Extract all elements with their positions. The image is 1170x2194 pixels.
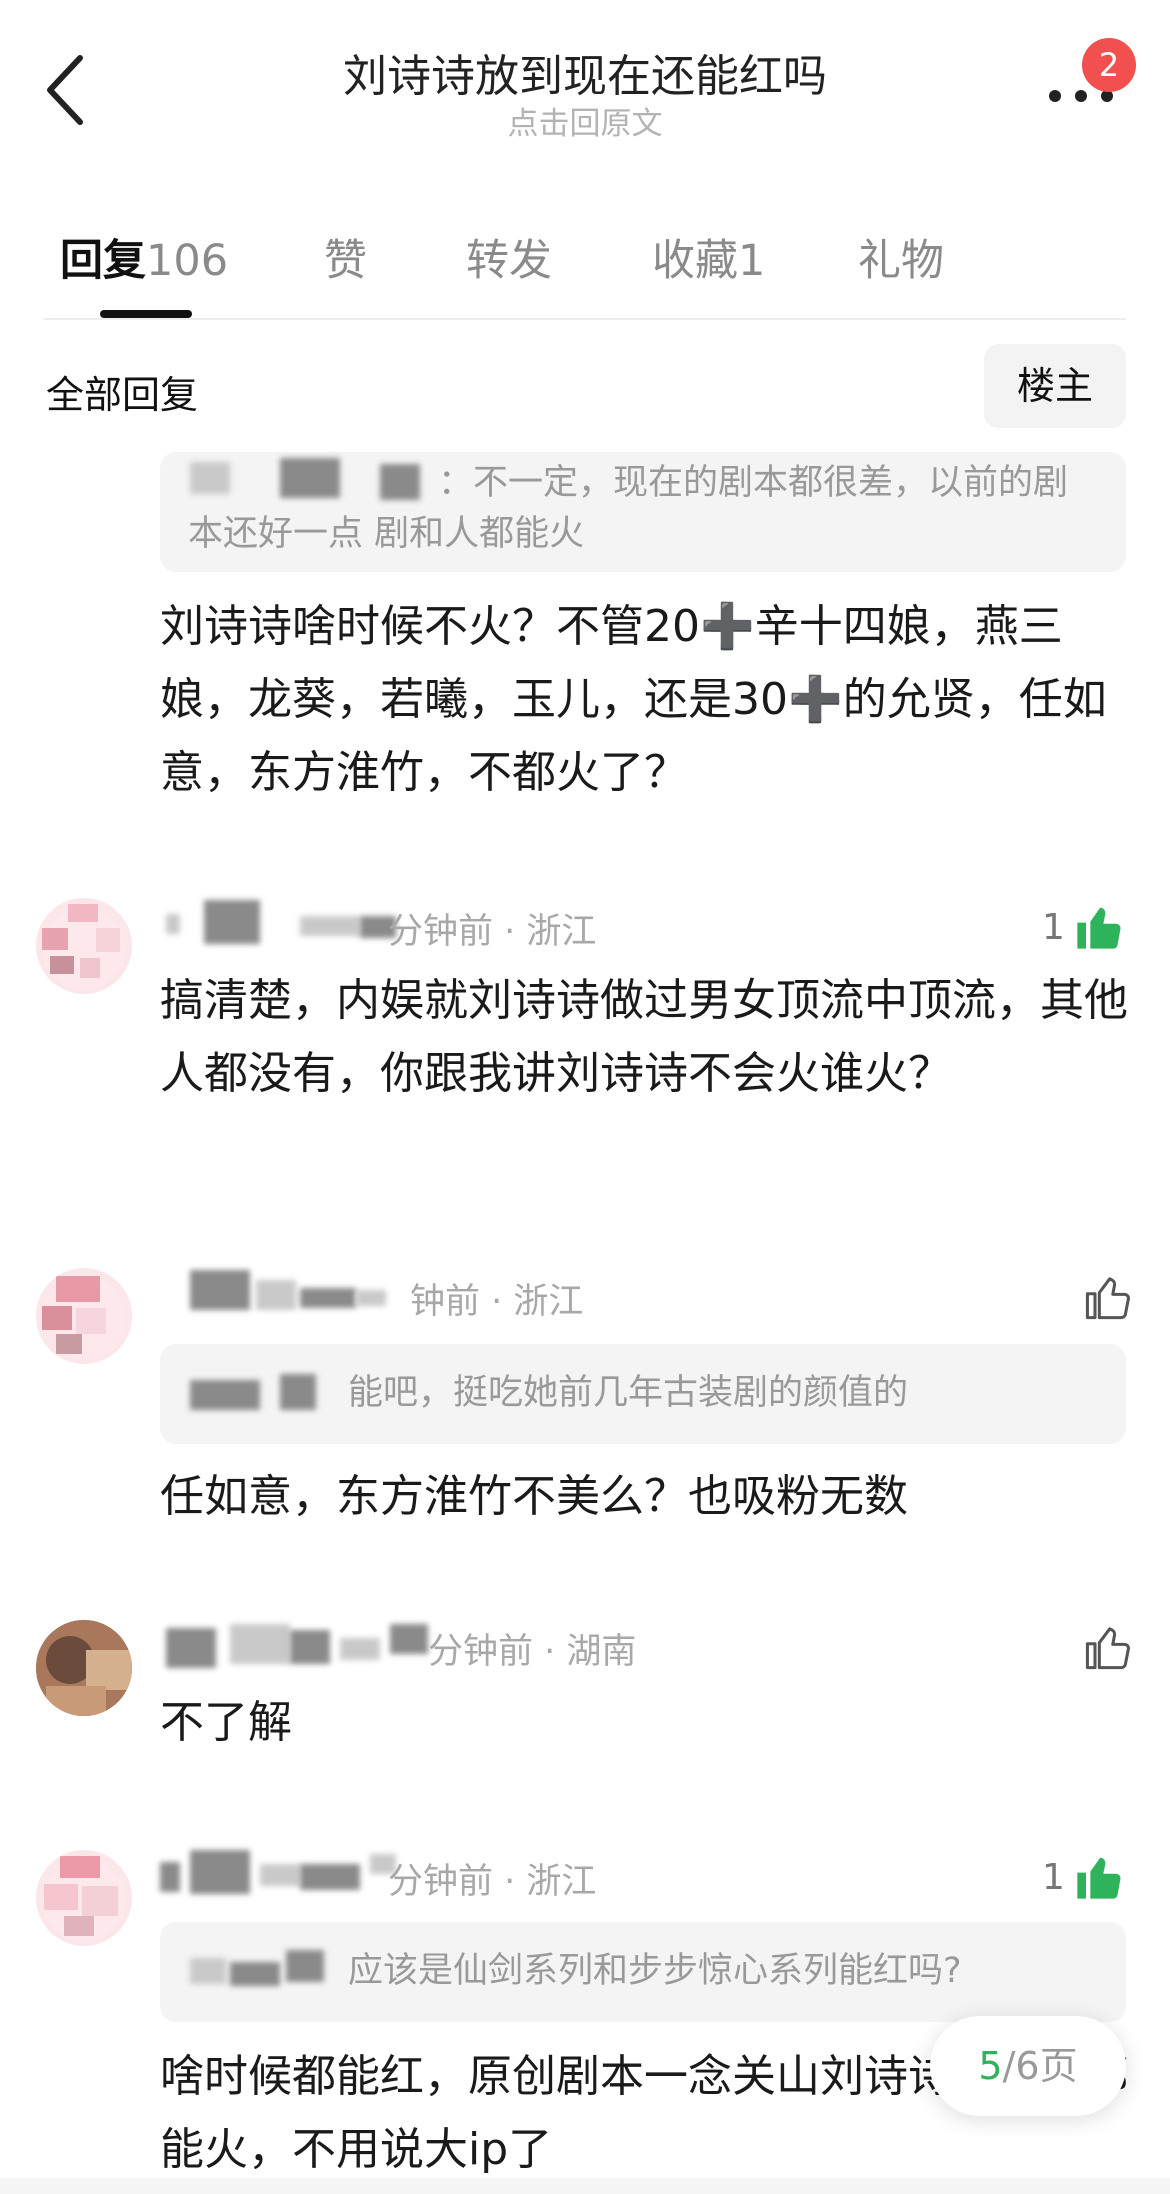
section-title: 全部回复 bbox=[46, 373, 199, 417]
current-page: 5 bbox=[978, 2044, 1003, 2088]
op-filter-button[interactable]: 楼主 bbox=[984, 344, 1126, 428]
username[interactable] bbox=[160, 1620, 430, 1670]
comment-text: 搞清楚，内娱就刘诗诗做过男女顶流中顶流，其他人都没有，你跟我讲刘诗诗不会火谁火？ bbox=[160, 975, 1128, 1099]
quoted-reply[interactable]: 能吧，挺吃她前几年古装剧的颜值的 bbox=[160, 1344, 1126, 1444]
comment-meta: 分钟前 · 浙江 bbox=[388, 1862, 597, 1902]
total-pages: /6页 bbox=[1002, 2044, 1078, 2088]
active-tab-indicator bbox=[100, 310, 192, 318]
tab-favorites[interactable]: 收藏1 bbox=[652, 226, 765, 288]
comment-meta: 钟前 · 浙江 bbox=[410, 1282, 584, 1322]
thumbs-up-icon bbox=[1077, 907, 1121, 949]
pig-avatar-icon bbox=[42, 1276, 126, 1360]
comment-text: 刘诗诗啥时候不火？不管20➕辛十四娘，燕三娘，龙葵，若曦，玉儿，还是30➕的允贤… bbox=[160, 601, 1107, 798]
tab-count: 106 bbox=[146, 236, 229, 286]
notification-badge: 2 bbox=[1082, 38, 1136, 92]
tab-count: 1 bbox=[738, 236, 766, 286]
page-indicator[interactable]: 5/6页 bbox=[930, 2016, 1126, 2116]
more-dots-icon bbox=[1049, 90, 1061, 102]
photo-avatar-icon bbox=[36, 1620, 132, 1716]
tab-reposts[interactable]: 转发 bbox=[466, 226, 552, 288]
username[interactable] bbox=[160, 1270, 400, 1320]
comment-text: 不了解 bbox=[160, 1697, 292, 1748]
quoted-reply[interactable]: ：不一定，现在的剧本都很差，以前的剧本还好一点 剧和人都能火 bbox=[160, 452, 1126, 572]
back-to-original-link[interactable]: 点击回原文 bbox=[0, 98, 1170, 143]
quoted-reply-text: 应该是仙剑系列和步步惊心系列能红吗? bbox=[348, 1951, 962, 1991]
bottom-bar bbox=[0, 2178, 1170, 2194]
like-count: 1 bbox=[1042, 1856, 1065, 1898]
like-button[interactable]: 1 bbox=[1042, 897, 1125, 957]
thumbs-up-icon bbox=[1085, 1627, 1130, 1670]
pig-avatar-icon bbox=[42, 1856, 126, 1942]
like-button[interactable]: 1 bbox=[1042, 1847, 1125, 1907]
quoted-reply-text: 能吧，挺吃她前几年古装剧的颜值的 bbox=[348, 1373, 909, 1413]
avatar[interactable] bbox=[36, 898, 132, 994]
tab-likes[interactable]: 赞 bbox=[324, 226, 367, 288]
divider bbox=[44, 318, 1126, 320]
thumbs-up-icon bbox=[1085, 1277, 1130, 1320]
avatar[interactable] bbox=[36, 1620, 132, 1716]
tab-gifts[interactable]: 礼物 bbox=[858, 226, 944, 288]
pig-avatar-icon bbox=[42, 904, 126, 990]
comment-meta: 分钟前 · 湖南 bbox=[428, 1632, 637, 1672]
username[interactable] bbox=[160, 1850, 400, 1900]
username[interactable] bbox=[160, 900, 400, 950]
thumbs-up-icon bbox=[1077, 1857, 1121, 1899]
comment-text: 任如意，东方淮竹不美么？也吸粉无数 bbox=[160, 1471, 908, 1522]
like-button[interactable] bbox=[1074, 1617, 1134, 1677]
quoted-reply[interactable]: 应该是仙剑系列和步步惊心系列能红吗? bbox=[160, 1922, 1126, 2022]
like-button[interactable] bbox=[1074, 1267, 1134, 1327]
tab-replies[interactable]: 回复106 bbox=[60, 226, 228, 288]
avatar[interactable] bbox=[36, 1268, 132, 1364]
comment-meta: 分钟前 · 浙江 bbox=[388, 912, 597, 952]
quoted-reply-text: ：不一定，现在的剧本都很差，以前的剧本还好一点 剧和人都能火 bbox=[188, 463, 1069, 554]
page-title: 刘诗诗放到现在还能红吗 bbox=[343, 51, 827, 102]
avatar[interactable] bbox=[36, 1850, 132, 1946]
like-count: 1 bbox=[1042, 906, 1065, 948]
